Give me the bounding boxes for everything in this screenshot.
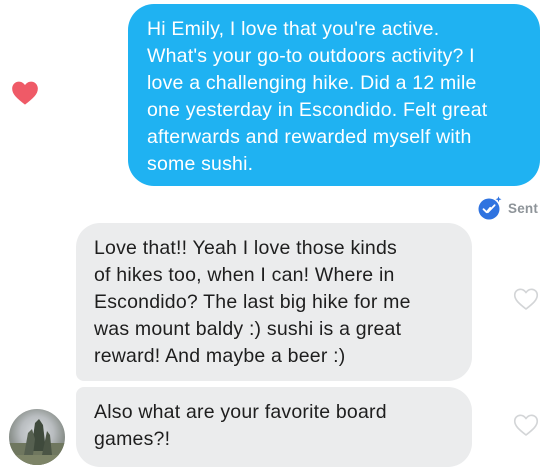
sent-status-label: Sent xyxy=(508,201,539,216)
sent-check-icon xyxy=(478,196,502,220)
message-status: Sent xyxy=(477,195,547,221)
incoming-message-bubble[interactable]: Also what are your favorite board games?… xyxy=(76,387,472,467)
incoming-message-bubble[interactable]: Love that!! Yeah I love those kinds of h… xyxy=(76,223,472,381)
chat-thread: Hi Emily, I love that you're active. Wha… xyxy=(0,0,551,469)
heart-outline-icon[interactable] xyxy=(513,413,539,437)
avatar-photo xyxy=(9,419,65,465)
profile-avatar[interactable] xyxy=(9,409,65,465)
heart-filled-icon[interactable] xyxy=(11,80,39,106)
outgoing-message-bubble[interactable]: Hi Emily, I love that you're active. Wha… xyxy=(128,4,540,186)
heart-outline-icon[interactable] xyxy=(513,287,539,311)
